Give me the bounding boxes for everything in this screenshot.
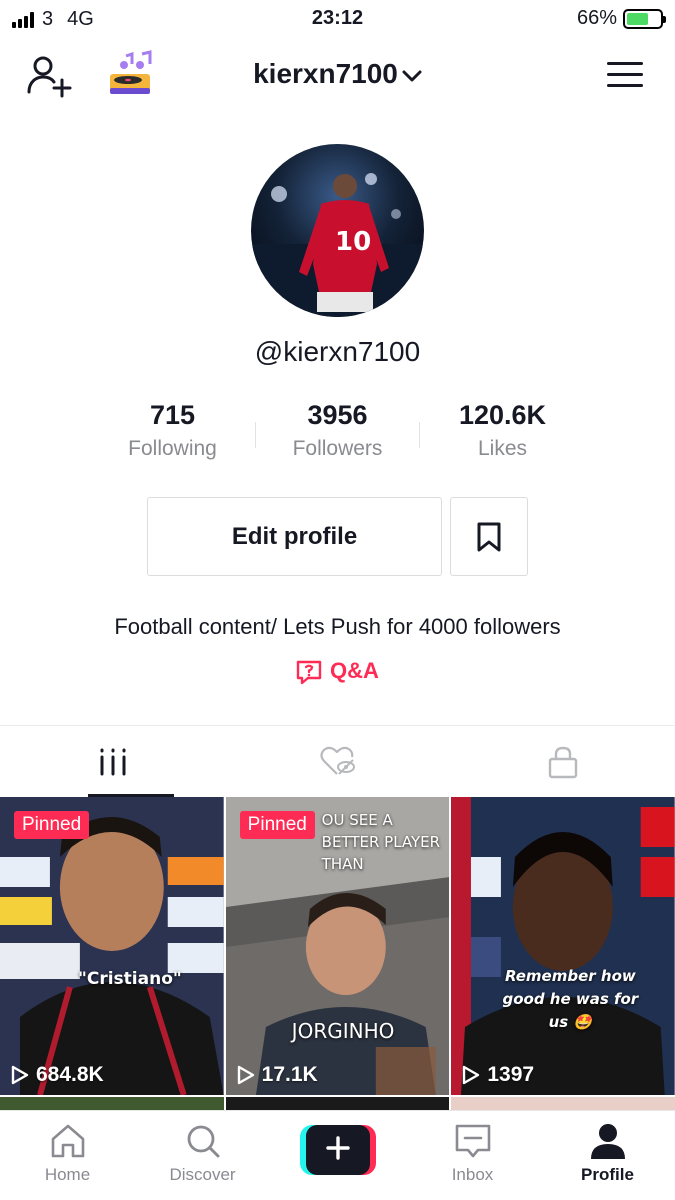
liked-hidden-icon bbox=[319, 746, 355, 775]
nav-home[interactable]: Home bbox=[0, 1111, 135, 1200]
play-icon bbox=[463, 1065, 480, 1085]
video-tile-partial[interactable] bbox=[451, 1097, 675, 1111]
stat-label: Followers bbox=[292, 437, 383, 460]
header-username: kierxn7100 bbox=[253, 58, 398, 89]
video-tile[interactable]: Pinned "Cristiano" 684.8K bbox=[0, 797, 224, 1095]
qa-link[interactable]: Q&A bbox=[0, 658, 675, 685]
tab-private[interactable] bbox=[450, 726, 675, 797]
pinned-badge: Pinned bbox=[14, 811, 90, 839]
profile-handle: @kierxn7100 bbox=[254, 336, 421, 367]
stat-followers[interactable]: 3956 Followers bbox=[255, 400, 420, 470]
stat-value: 120.6K bbox=[458, 400, 547, 430]
account-switcher[interactable]: kierxn7100 bbox=[0, 58, 675, 90]
view-count-value: 684.8K bbox=[36, 1063, 104, 1086]
bookmark-icon bbox=[477, 522, 501, 551]
nav-discover[interactable]: Discover bbox=[135, 1111, 270, 1200]
nav-label: Discover bbox=[169, 1165, 236, 1184]
stat-divider bbox=[255, 422, 256, 448]
search-icon bbox=[187, 1125, 219, 1158]
profile-icon bbox=[590, 1124, 625, 1159]
video-grid: Pinned "Cristiano" 684.8K Pinned OU SEE … bbox=[0, 797, 675, 1095]
profile-bio: Football content/ Lets Push for 4000 fol… bbox=[114, 614, 561, 639]
status-right: 66% bbox=[576, 7, 666, 30]
video-thumbnail bbox=[451, 797, 675, 1095]
avatar[interactable]: 10 bbox=[251, 144, 424, 317]
play-icon bbox=[237, 1065, 254, 1085]
pinned-badge: Pinned bbox=[239, 811, 315, 839]
video-caption: JORGINHO bbox=[291, 1019, 395, 1043]
view-count-value: 17.1K bbox=[261, 1063, 318, 1086]
stat-following[interactable]: 715 Following bbox=[90, 400, 255, 470]
view-count: 17.1K bbox=[236, 1063, 318, 1087]
top-nav: kierxn7100 bbox=[0, 42, 675, 108]
nav-profile[interactable]: Profile bbox=[540, 1111, 675, 1200]
create-button[interactable] bbox=[299, 1125, 376, 1175]
view-count: 684.8K bbox=[10, 1063, 104, 1087]
stat-label: Likes bbox=[477, 437, 528, 460]
plus-icon bbox=[325, 1136, 350, 1160]
edit-profile-button[interactable]: Edit profile bbox=[147, 497, 442, 576]
home-icon bbox=[51, 1124, 84, 1158]
inbox-icon bbox=[455, 1124, 490, 1158]
battery-level bbox=[627, 12, 649, 25]
clock: 23:12 bbox=[311, 7, 364, 29]
stat-likes[interactable]: 120.6K Likes bbox=[420, 400, 585, 470]
video-tile[interactable]: Remember how good he was for us 🤩 1397 bbox=[451, 797, 675, 1095]
battery-percent: 66% bbox=[576, 7, 617, 29]
video-caption: "Cristiano" bbox=[78, 969, 182, 989]
content-tabs bbox=[0, 725, 675, 797]
stat-value: 715 bbox=[149, 400, 196, 430]
video-tile-partial[interactable] bbox=[0, 1097, 224, 1111]
status-bar: 3 4G 23:12 66% bbox=[0, 0, 675, 38]
video-thumbnail bbox=[0, 797, 224, 1095]
video-tile[interactable]: Pinned OU SEE A BETTER PLAYER THAN JORGI… bbox=[225, 797, 450, 1095]
profile-stats: 715 Following 3956 Followers 120.6K Like… bbox=[90, 400, 585, 470]
nav-label: Profile bbox=[581, 1165, 634, 1184]
video-caption: Remember how good he was for us 🤩 bbox=[502, 967, 639, 1031]
view-count-value: 1397 bbox=[487, 1063, 535, 1086]
battery-icon bbox=[623, 8, 666, 29]
nav-inbox[interactable]: Inbox bbox=[405, 1111, 540, 1200]
nav-label: Home bbox=[44, 1165, 91, 1184]
tab-videos[interactable] bbox=[0, 726, 225, 797]
question-bubble-icon bbox=[296, 660, 322, 685]
svg-text:10: 10 bbox=[335, 227, 371, 257]
stat-value: 3956 bbox=[307, 400, 368, 430]
lock-icon bbox=[548, 746, 577, 778]
favorites-button[interactable] bbox=[450, 497, 528, 576]
nav-label: Inbox bbox=[451, 1165, 494, 1184]
play-icon bbox=[11, 1065, 29, 1085]
menu-icon[interactable] bbox=[607, 62, 643, 90]
bottom-nav: Home Discover Inbox Profile bbox=[0, 1110, 675, 1200]
video-grid-next-row bbox=[0, 1097, 675, 1111]
videos-icon bbox=[100, 748, 125, 775]
stat-label: Following bbox=[128, 437, 217, 460]
tab-liked[interactable] bbox=[225, 726, 450, 797]
view-count: 1397 bbox=[461, 1063, 534, 1087]
chevron-down-icon bbox=[402, 70, 422, 82]
qa-label: Q&A bbox=[330, 658, 379, 683]
nav-create[interactable] bbox=[270, 1111, 405, 1200]
video-tile-partial[interactable] bbox=[225, 1097, 450, 1111]
video-caption-top: OU SEE A BETTER PLAYER THAN bbox=[321, 811, 441, 873]
